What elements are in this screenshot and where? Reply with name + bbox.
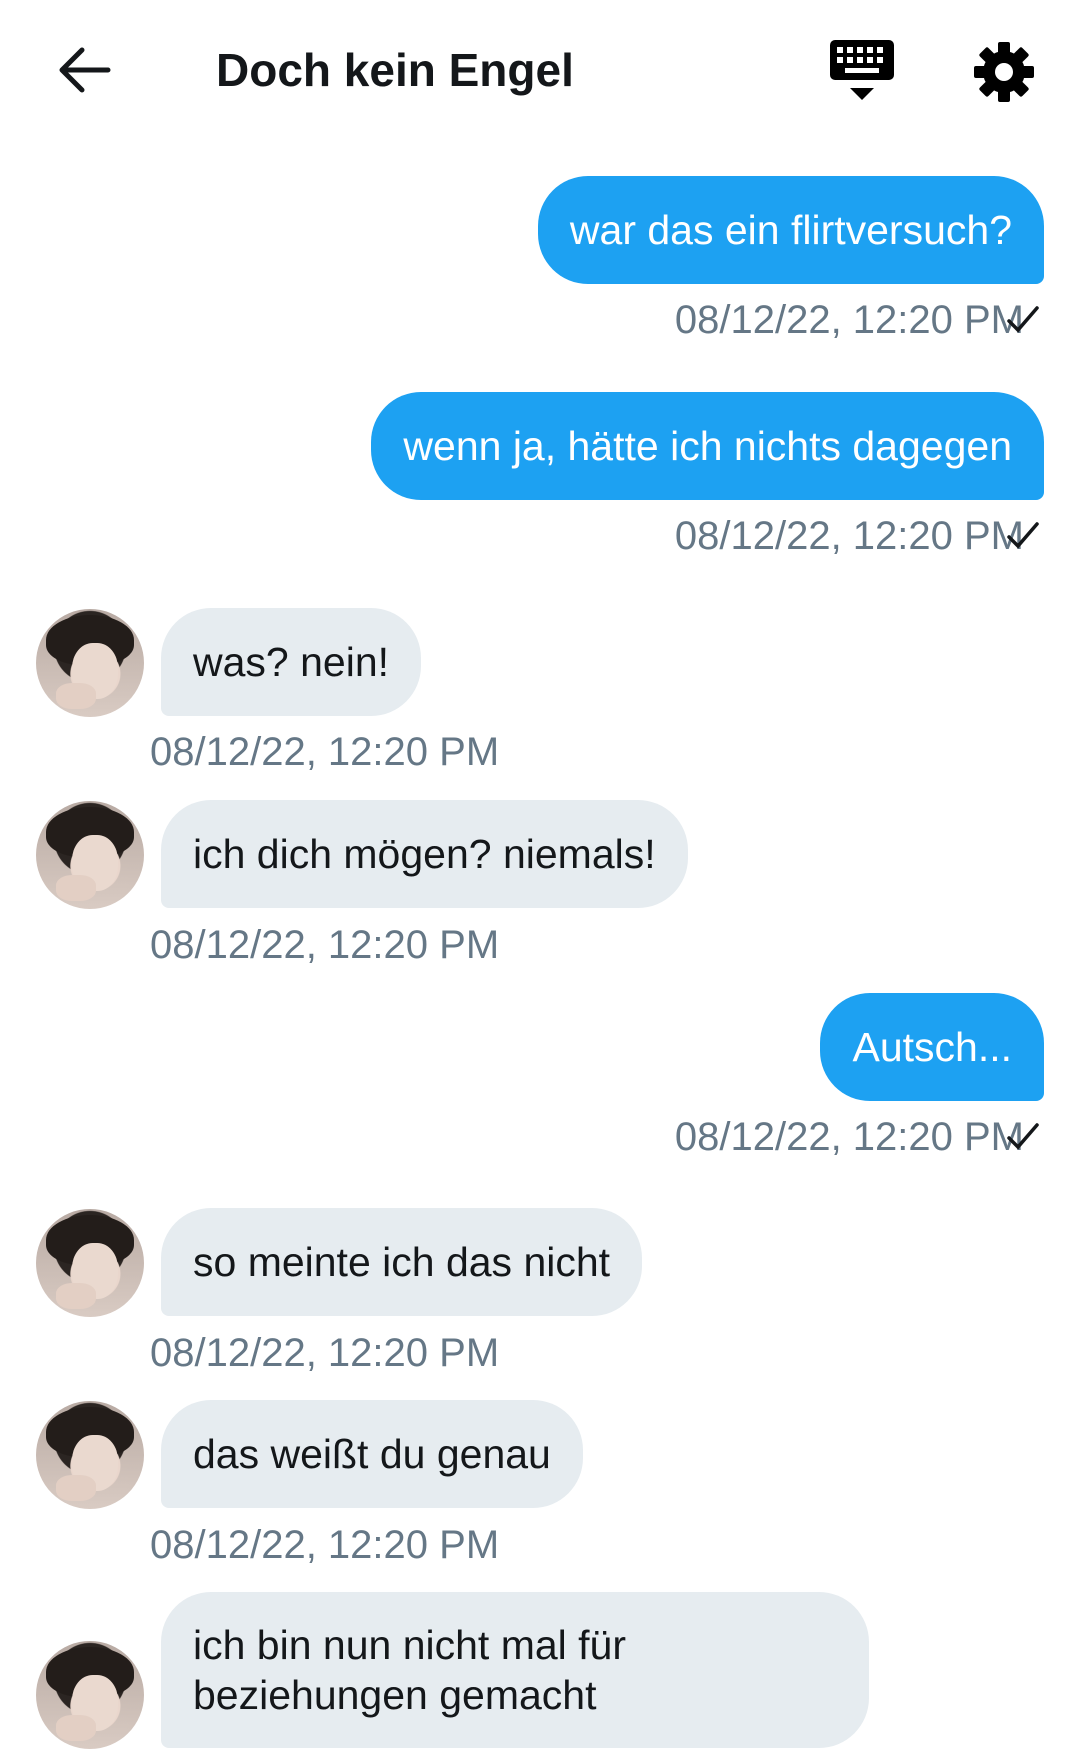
avatar[interactable]	[36, 609, 144, 717]
checkmark-icon	[1007, 1123, 1039, 1150]
gear-icon	[974, 42, 1034, 102]
avatar[interactable]	[36, 1401, 144, 1509]
conversation-title: Doch kein Engel	[216, 44, 574, 96]
message-timestamp: 08/12/22, 12:20 PM	[674, 298, 1024, 342]
keyboard-icon	[830, 40, 894, 100]
message-bubble-incoming[interactable]: das weißt du genau	[161, 1400, 583, 1508]
arrow-left-icon	[59, 47, 111, 93]
checkmark-icon	[1007, 522, 1039, 549]
message-bubble-incoming[interactable]: was? nein!	[161, 608, 422, 716]
chat-header: Doch kein Engel	[0, 0, 1080, 140]
message-bubble-incoming[interactable]: ich bin nun nicht mal für beziehungen ge…	[161, 1592, 869, 1748]
keyboard-toggle-button[interactable]	[828, 36, 896, 106]
message-timestamp: 08/12/22, 12:20 PM	[150, 923, 500, 967]
avatar[interactable]	[36, 1641, 144, 1749]
message-bubble-outgoing[interactable]: war das ein flirtversuch?	[537, 176, 1044, 284]
avatar[interactable]	[36, 801, 144, 909]
message-timestamp: 08/12/22, 12:20 PM	[674, 514, 1024, 558]
message-timestamp: 08/12/22, 12:20 PM	[674, 1115, 1024, 1159]
message-bubble-outgoing[interactable]: wenn ja, hätte ich nichts dagegen	[371, 392, 1044, 500]
message-timestamp: 08/12/22, 12:20 PM	[150, 1331, 500, 1375]
back-button[interactable]	[52, 38, 116, 102]
message-timestamp: 08/12/22, 12:20 PM	[150, 1523, 500, 1567]
checkmark-icon	[1007, 306, 1039, 333]
message-bubble-incoming[interactable]: ich dich mögen? niemals!	[161, 800, 688, 908]
settings-button[interactable]	[972, 40, 1036, 104]
message-timestamp: 08/12/22, 12:20 PM	[150, 730, 500, 774]
message-bubble-incoming[interactable]: so meinte ich das nicht	[161, 1208, 643, 1316]
avatar[interactable]	[36, 1209, 144, 1317]
message-bubble-outgoing[interactable]: Autsch...	[820, 993, 1044, 1101]
